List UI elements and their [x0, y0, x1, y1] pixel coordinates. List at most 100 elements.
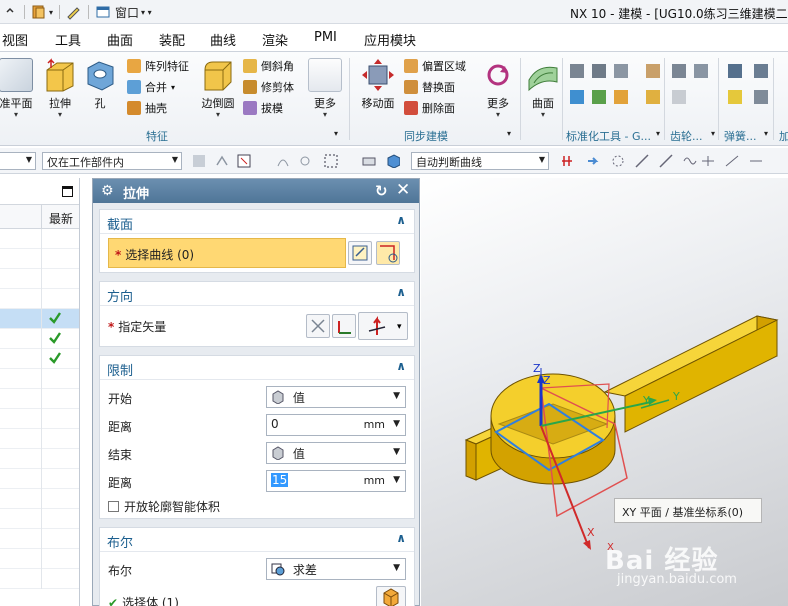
eraser-icon[interactable] — [362, 154, 376, 168]
navigator-row[interactable] — [0, 229, 79, 249]
curve-snap-toolbar-icons[interactable] — [562, 153, 788, 169]
unite-button[interactable]: 合并 ▾ — [127, 79, 175, 95]
collapse-icon[interactable]: ∧ — [396, 213, 406, 227]
filter-icon[interactable] — [192, 154, 206, 168]
reverse-direction-button[interactable] — [306, 314, 330, 338]
part-navigator-toggle-icon[interactable] — [31, 4, 47, 20]
tab-render[interactable]: 渲染 — [262, 30, 288, 49]
group-expand-icon[interactable]: ▾ — [711, 129, 715, 138]
navigator-row[interactable] — [0, 429, 79, 449]
replace-face-button[interactable]: 替换面 — [404, 79, 455, 95]
standard-tools-icons[interactable] — [568, 62, 788, 124]
tab-curve[interactable]: 曲线 — [210, 30, 236, 49]
x-arrowhead-icon — [583, 540, 591, 550]
open-profile-checkbox-row[interactable]: 开放轮廓智能体积 — [108, 498, 220, 515]
maximize-icon[interactable] — [62, 186, 73, 197]
select-curve-row[interactable]: * 选择曲线 (0) — [108, 238, 346, 268]
move-face-button[interactable]: 移动面 — [358, 58, 398, 111]
group-expand-icon[interactable]: ▾ — [656, 129, 660, 138]
edit-pencil-icon[interactable] — [66, 4, 82, 20]
collapse-icon[interactable]: ∧ — [396, 531, 406, 545]
value-cube-icon — [272, 390, 284, 405]
selection-scope-select[interactable]: 仅在工作部件内 ▼ — [42, 152, 182, 170]
close-icon[interactable]: ✕ — [396, 180, 410, 200]
collapse-icon[interactable]: ∧ — [396, 285, 406, 299]
navigator-row[interactable] — [0, 369, 79, 389]
boolean-header[interactable]: 布尔 ∧ — [100, 528, 414, 552]
group-expand-icon[interactable]: ▾ — [334, 129, 338, 138]
window-icon[interactable] — [95, 4, 111, 20]
navigator-row[interactable] — [0, 529, 79, 549]
surface-button[interactable]: 曲面 ▾ — [526, 58, 560, 119]
boolean-type-select[interactable]: 求差 ▼ — [266, 558, 406, 580]
tab-assembly[interactable]: 装配 — [159, 30, 185, 49]
open-profile-checkbox[interactable] — [108, 501, 119, 512]
navigator-row[interactable] — [0, 269, 79, 289]
dropdown-arrow-icon[interactable]: ▾ — [49, 8, 53, 17]
type-filter-select[interactable]: ▼ — [0, 152, 36, 170]
tab-pmi[interactable]: PMI — [314, 30, 337, 45]
select-mode-icon[interactable]: ▾ — [237, 154, 251, 168]
navigator-row[interactable] — [0, 249, 79, 269]
shell-button[interactable]: 抽壳 — [127, 100, 167, 116]
edge-blend-button[interactable]: 边倒圆 ▾ — [196, 58, 240, 119]
select-body-row[interactable]: ✔ 选择体 (1) — [108, 594, 179, 606]
collapse-icon[interactable]: ∧ — [396, 359, 406, 373]
vector-type-select[interactable]: ▾ — [358, 312, 408, 340]
window-menu-arrow-icon[interactable]: ▾ ▾ — [141, 8, 152, 17]
curve-rule-select[interactable]: 自动判断曲线 ▼ — [411, 152, 549, 170]
navigator-row[interactable] — [0, 569, 79, 589]
box-select-icon[interactable]: ▾ — [324, 154, 338, 168]
tab-tools[interactable]: 工具 — [55, 30, 81, 49]
toolbar-arrow-icon[interactable] — [2, 4, 18, 20]
trim-body-button[interactable]: 修剪体 — [243, 79, 294, 95]
curve-snap-icon[interactable] — [276, 154, 290, 168]
tab-application[interactable]: 应用模块 — [364, 30, 416, 49]
vector-dialog-button[interactable] — [332, 314, 356, 338]
point-snap-icon[interactable] — [298, 154, 312, 168]
offset-region-button[interactable]: 偏置区域 — [404, 58, 466, 74]
snap-icon[interactable] — [215, 154, 229, 168]
datum-plane-button[interactable]: 准平面 ▾ — [0, 58, 38, 119]
navigator-row[interactable] — [0, 549, 79, 569]
group-expand-icon[interactable]: ▾ — [507, 129, 511, 138]
start-distance-input[interactable]: 0 mm ▼ — [266, 414, 406, 436]
navigator-row[interactable] — [0, 289, 79, 309]
extrude-button[interactable]: 拉伸 ▾ — [40, 58, 80, 119]
draft-button[interactable]: 拔模 — [243, 100, 283, 116]
select-body-button[interactable] — [376, 586, 406, 606]
graphics-viewport[interactable]: Z Z Y Y X X Bai 经验 jingyan.baidu.com — [421, 178, 788, 606]
tab-surface[interactable]: 曲面 — [107, 30, 133, 49]
end-distance-input[interactable]: 15 mm ▼ — [266, 470, 406, 492]
navigator-row[interactable] — [0, 329, 79, 349]
navigator-row[interactable] — [0, 349, 79, 369]
navigator-row[interactable] — [0, 389, 79, 409]
group-expand-icon[interactable]: ▾ — [764, 129, 768, 138]
end-type-select[interactable]: 值 ▼ — [266, 442, 406, 464]
open-profile-label: 开放轮廓智能体积 — [124, 500, 221, 514]
navigator-row[interactable] — [0, 449, 79, 469]
reset-icon[interactable]: ↻ — [375, 182, 388, 200]
body-select-icon[interactable] — [386, 154, 400, 168]
chamfer-button[interactable]: 倒斜角 — [243, 58, 294, 74]
curve-select-button[interactable] — [376, 241, 400, 265]
navigator-row[interactable] — [0, 469, 79, 489]
column-latest[interactable]: 最新 — [49, 210, 73, 227]
pattern-feature-button[interactable]: 阵列特征 — [127, 58, 189, 74]
navigator-row[interactable] — [0, 509, 79, 529]
more-features-button[interactable]: 更多 ▾ — [307, 58, 343, 119]
navigator-row[interactable] — [0, 489, 79, 509]
direction-header[interactable]: 方向 ∧ — [100, 282, 414, 306]
gear-icon[interactable]: ⚙ — [101, 183, 114, 199]
window-menu[interactable]: 窗口 — [115, 4, 139, 21]
sketch-section-button[interactable] — [348, 241, 372, 265]
more-sync-button[interactable]: 更多 ▾ — [480, 58, 516, 119]
limits-header[interactable]: 限制 ∧ — [100, 356, 414, 380]
start-type-select[interactable]: 值 ▼ — [266, 386, 406, 408]
navigator-row[interactable] — [0, 409, 79, 429]
navigator-row[interactable] — [0, 309, 79, 329]
delete-face-button[interactable]: 删除面 — [404, 100, 455, 116]
section-header[interactable]: 截面 ∧ — [100, 210, 414, 234]
hole-button[interactable]: 孔 — [82, 58, 118, 111]
tab-view[interactable]: 视图 — [2, 30, 28, 49]
